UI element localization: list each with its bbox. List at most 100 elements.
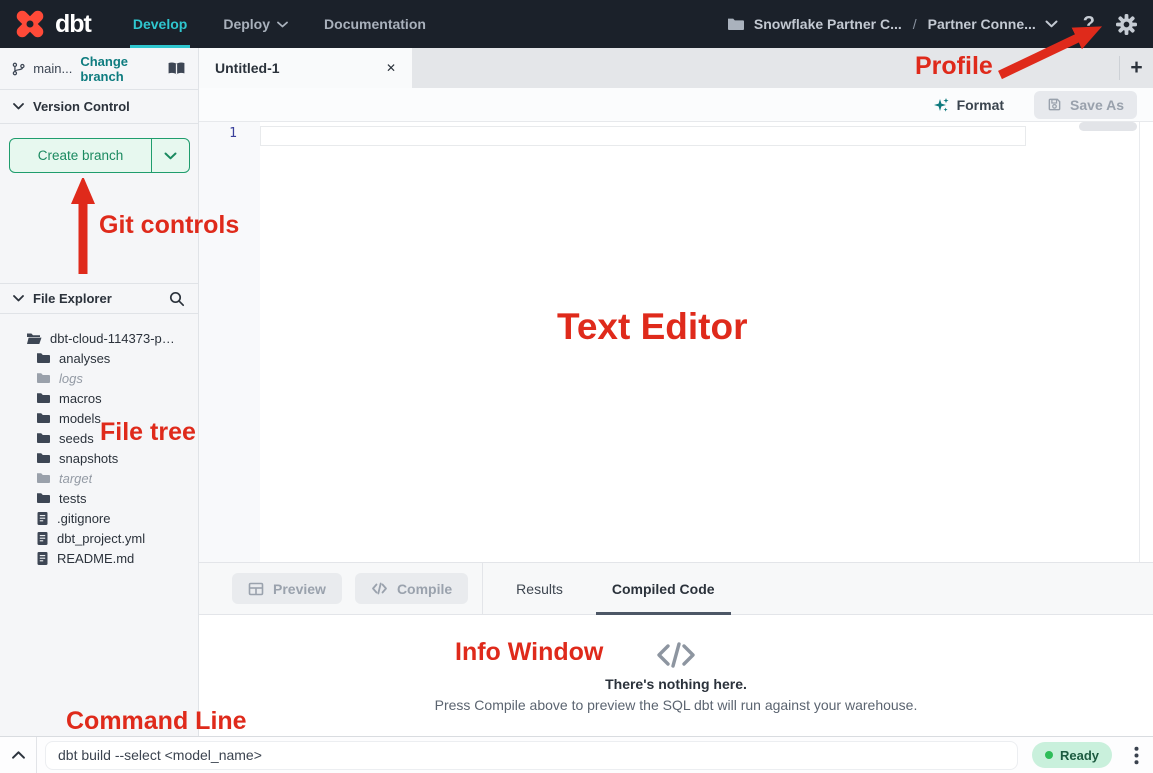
docs-book-icon[interactable]	[167, 61, 186, 76]
expand-command-bar-button[interactable]	[0, 750, 36, 760]
nav-deploy[interactable]: Deploy	[223, 0, 288, 48]
chevron-down-icon[interactable]	[1045, 20, 1058, 28]
tab-bar-empty-space	[412, 48, 1119, 88]
file-explorer-header[interactable]: File Explorer	[0, 283, 198, 314]
tree-item-logs[interactable]: logs	[0, 368, 198, 388]
empty-state-message: Press Compile above to preview the SQL d…	[435, 697, 918, 713]
info-window: There's nothing here. Press Compile abov…	[199, 615, 1153, 736]
empty-state-title: There's nothing here.	[605, 676, 747, 692]
tree-item-models[interactable]: models	[0, 408, 198, 428]
tree-item-gitignore[interactable]: .gitignore	[0, 508, 198, 528]
dbt-logo[interactable]: dbt	[14, 8, 91, 40]
tab-compiled-code[interactable]: Compiled Code	[596, 563, 731, 614]
version-control-title: Version Control	[33, 99, 130, 114]
main-area: main... Change branch Version Control Cr…	[0, 48, 1153, 736]
close-tab-icon[interactable]: ✕	[386, 61, 396, 75]
bottom-panel-header: Preview Compile Results Compiled Code	[199, 562, 1153, 615]
tree-item-dbt-project-yml[interactable]: dbt_project.yml	[0, 528, 198, 548]
format-label: Format	[957, 97, 1004, 113]
line-number: 1	[199, 126, 260, 141]
editor-panel: Untitled-1 ✕ + Format Save As	[199, 48, 1153, 736]
file-icon	[36, 511, 49, 526]
save-as-label: Save As	[1070, 97, 1124, 113]
status-dot-icon	[1045, 751, 1053, 759]
scrollbar-thumb[interactable]	[1079, 122, 1137, 131]
branch-bar: main... Change branch	[0, 48, 198, 90]
tree-item-macros[interactable]: macros	[0, 388, 198, 408]
table-icon	[248, 581, 264, 597]
compile-button[interactable]: Compile	[355, 573, 468, 604]
tree-item-target[interactable]: target	[0, 468, 198, 488]
text-editor[interactable]: 1	[199, 122, 1153, 562]
version-control-header[interactable]: Version Control	[0, 90, 198, 124]
settings-gear-icon[interactable]	[1116, 14, 1137, 35]
chevron-up-icon	[11, 750, 26, 760]
project-switcher: Snowflake Partner C... / Partner Conne..…	[727, 13, 1137, 36]
preview-button[interactable]: Preview	[232, 573, 342, 604]
file-search-icon[interactable]	[169, 291, 185, 307]
tab-untitled-1[interactable]: Untitled-1 ✕	[199, 48, 412, 88]
tree-item-snapshots[interactable]: snapshots	[0, 448, 198, 468]
top-navigation-bar: dbt Develop Deploy Documentation Snowfla…	[0, 0, 1153, 48]
sparkle-icon	[933, 97, 949, 113]
breadcrumb-separator: /	[911, 16, 919, 32]
folder-icon	[36, 492, 51, 504]
create-branch-button[interactable]: Create branch	[9, 138, 190, 173]
tab-results[interactable]: Results	[500, 563, 579, 614]
editor-tab-bar: Untitled-1 ✕ +	[199, 48, 1153, 88]
preview-label: Preview	[273, 581, 326, 597]
new-tab-button[interactable]: +	[1120, 48, 1153, 88]
folder-icon	[36, 372, 51, 384]
folder-icon	[36, 352, 51, 364]
current-line-highlight[interactable]	[260, 126, 1026, 146]
create-branch-label[interactable]: Create branch	[10, 139, 152, 172]
git-controls: Create branch	[0, 124, 198, 173]
code-area[interactable]	[260, 122, 1153, 562]
folder-icon	[36, 412, 51, 424]
tree-item-seeds[interactable]: seeds	[0, 428, 198, 448]
file-icon	[36, 551, 49, 566]
account-name[interactable]: Snowflake Partner C...	[754, 16, 902, 32]
chevron-down-icon	[13, 295, 24, 302]
folder-icon	[727, 16, 745, 32]
file-icon	[36, 531, 49, 546]
kebab-menu-icon[interactable]	[1123, 746, 1149, 765]
dbt-logo-text: dbt	[55, 10, 91, 39]
file-explorer-title: File Explorer	[33, 291, 112, 306]
editor-toolbar: Format Save As	[199, 88, 1153, 122]
nav-documentation[interactable]: Documentation	[324, 0, 426, 48]
folder-icon	[36, 452, 51, 464]
tree-item-tests[interactable]: tests	[0, 488, 198, 508]
tree-item-analyses[interactable]: analyses	[0, 348, 198, 368]
tab-title: Untitled-1	[215, 60, 378, 76]
command-bar-divider	[36, 737, 37, 773]
folder-icon	[36, 392, 51, 404]
code-icon	[654, 639, 698, 671]
editor-scroll-gutter	[1139, 122, 1140, 562]
sidebar: main... Change branch Version Control Cr…	[0, 48, 199, 736]
status-label: Ready	[1060, 748, 1099, 763]
current-branch-name: main...	[33, 61, 72, 76]
code-icon	[371, 581, 388, 596]
chevron-down-icon	[164, 152, 177, 160]
project-name[interactable]: Partner Conne...	[928, 16, 1036, 32]
format-button[interactable]: Format	[933, 97, 1004, 113]
save-icon	[1047, 97, 1062, 112]
panel-divider	[482, 563, 483, 614]
dbt-logo-icon	[14, 8, 46, 40]
line-number-gutter: 1	[199, 122, 260, 562]
help-icon[interactable]: ?	[1083, 13, 1095, 36]
chevron-down-icon	[277, 21, 288, 28]
save-as-button[interactable]: Save As	[1034, 91, 1137, 119]
create-branch-menu-button[interactable]	[152, 139, 189, 172]
file-tree: dbt-cloud-114373-partn... analyses logs …	[0, 314, 198, 568]
dbt-cloud-ide: dbt Develop Deploy Documentation Snowfla…	[0, 0, 1153, 773]
main-nav: Develop Deploy Documentation	[133, 0, 426, 48]
chevron-down-icon	[13, 103, 24, 110]
command-input[interactable]: dbt build --select <model_name>	[45, 741, 1018, 770]
change-branch-link[interactable]: Change branch	[80, 54, 159, 84]
nav-develop[interactable]: Develop	[133, 0, 187, 48]
tree-item-readme[interactable]: README.md	[0, 548, 198, 568]
folder-icon	[36, 472, 51, 484]
tree-item-project-root[interactable]: dbt-cloud-114373-partn...	[0, 328, 198, 348]
